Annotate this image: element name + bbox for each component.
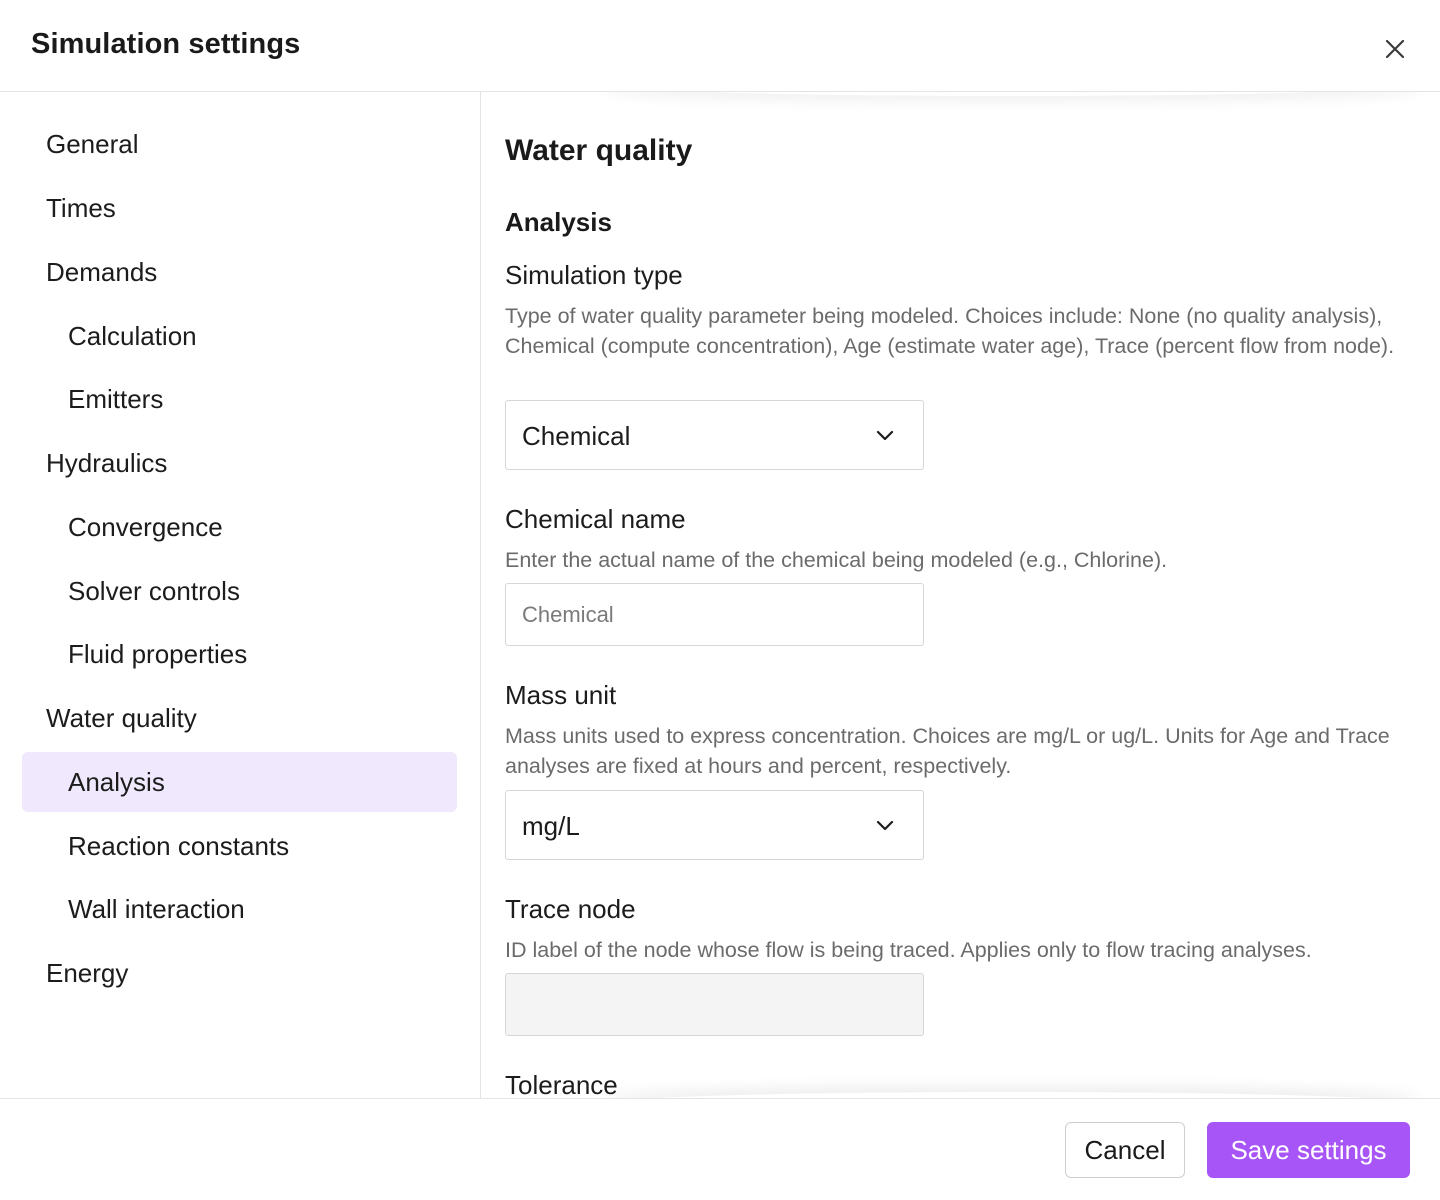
chevron-down-icon	[876, 430, 894, 441]
dialog-header: Simulation settings	[0, 0, 1440, 92]
tolerance-label: Tolerance	[505, 1070, 618, 1098]
sidebar-item-label: Solver controls	[68, 575, 240, 606]
sidebar-item-calculation[interactable]: Calculation	[22, 306, 457, 366]
sidebar-item-energy[interactable]: Energy	[22, 943, 457, 1003]
sidebar-item-label: Reaction constants	[68, 830, 290, 861]
mass-unit-value: mg/L	[522, 811, 580, 841]
scroll-shadow-top	[602, 92, 1422, 96]
sidebar-item-demands[interactable]: Demands	[22, 242, 457, 302]
settings-content[interactable]: Water quality Analysis Simulation type T…	[482, 92, 1440, 1098]
mass-unit-label: Mass unit	[505, 680, 617, 710]
close-button[interactable]	[1378, 32, 1412, 66]
chemical-name-help: Enter the actual name of the chemical be…	[505, 548, 1168, 572]
chemical-name-input[interactable]	[505, 583, 924, 646]
sidebar-item-emitters[interactable]: Emitters	[22, 369, 457, 429]
sidebar-item-label: Convergence	[68, 511, 223, 542]
sidebar-item-label: Times	[46, 192, 116, 223]
simulation-type-value: Chemical	[522, 421, 631, 451]
mass-unit-select[interactable]: mg/L	[505, 790, 924, 860]
simulation-settings-dialog: Simulation settings General Times Demand…	[0, 0, 1440, 1200]
sidebar-item-label: Fluid properties	[68, 638, 248, 669]
save-settings-button[interactable]: Save settings	[1207, 1122, 1410, 1178]
sidebar-item-hydraulics[interactable]: Hydraulics	[22, 433, 457, 493]
sidebar-item-label: Energy	[46, 957, 129, 988]
sidebar-item-reaction-constants[interactable]: Reaction constants	[22, 816, 457, 876]
sidebar-item-wall-interaction[interactable]: Wall interaction	[22, 879, 457, 939]
section-title: Water quality	[505, 134, 693, 167]
sidebar-item-water-quality[interactable]: Water quality	[22, 688, 457, 748]
sidebar-item-fluid-properties[interactable]: Fluid properties	[22, 624, 457, 684]
trace-node-label: Trace node	[505, 894, 636, 924]
cancel-button[interactable]: Cancel	[1065, 1122, 1185, 1178]
close-icon	[1385, 39, 1405, 59]
sidebar-item-label: Wall interaction	[68, 893, 245, 924]
sidebar-item-times[interactable]: Times	[22, 178, 457, 238]
simulation-type-label: Simulation type	[505, 260, 683, 290]
sidebar-item-general[interactable]: General	[22, 114, 457, 174]
sidebar-item-label: Analysis	[68, 766, 165, 797]
sidebar-item-label: Water quality	[46, 702, 197, 733]
chevron-down-icon	[876, 820, 894, 831]
dialog-footer: Cancel Save settings	[0, 1098, 1440, 1200]
mass-unit-help: Mass units used to express concentration…	[505, 724, 1390, 778]
sidebar-item-solver-controls[interactable]: Solver controls	[22, 561, 457, 621]
dialog-title: Simulation settings	[31, 28, 301, 60]
subsection-title: Analysis	[505, 207, 612, 237]
sidebar-item-label: Demands	[46, 256, 158, 287]
sidebar-item-label: General	[46, 128, 139, 159]
sidebar-item-label: Calculation	[68, 320, 197, 351]
trace-node-help: ID label of the node whose flow is being…	[505, 938, 1312, 962]
sidebar-item-convergence[interactable]: Convergence	[22, 497, 457, 557]
simulation-type-select[interactable]: Chemical	[505, 400, 924, 470]
sidebar-item-label: Hydraulics	[46, 447, 168, 478]
sidebar-item-label: Emitters	[68, 383, 164, 414]
settings-sidebar: General Times Demands Calculation Emitte…	[0, 92, 481, 1098]
trace-node-input[interactable]	[505, 973, 924, 1036]
sidebar-item-analysis[interactable]: Analysis	[22, 752, 457, 812]
simulation-type-help: Type of water quality parameter being mo…	[505, 304, 1395, 358]
chemical-name-label: Chemical name	[505, 504, 686, 534]
